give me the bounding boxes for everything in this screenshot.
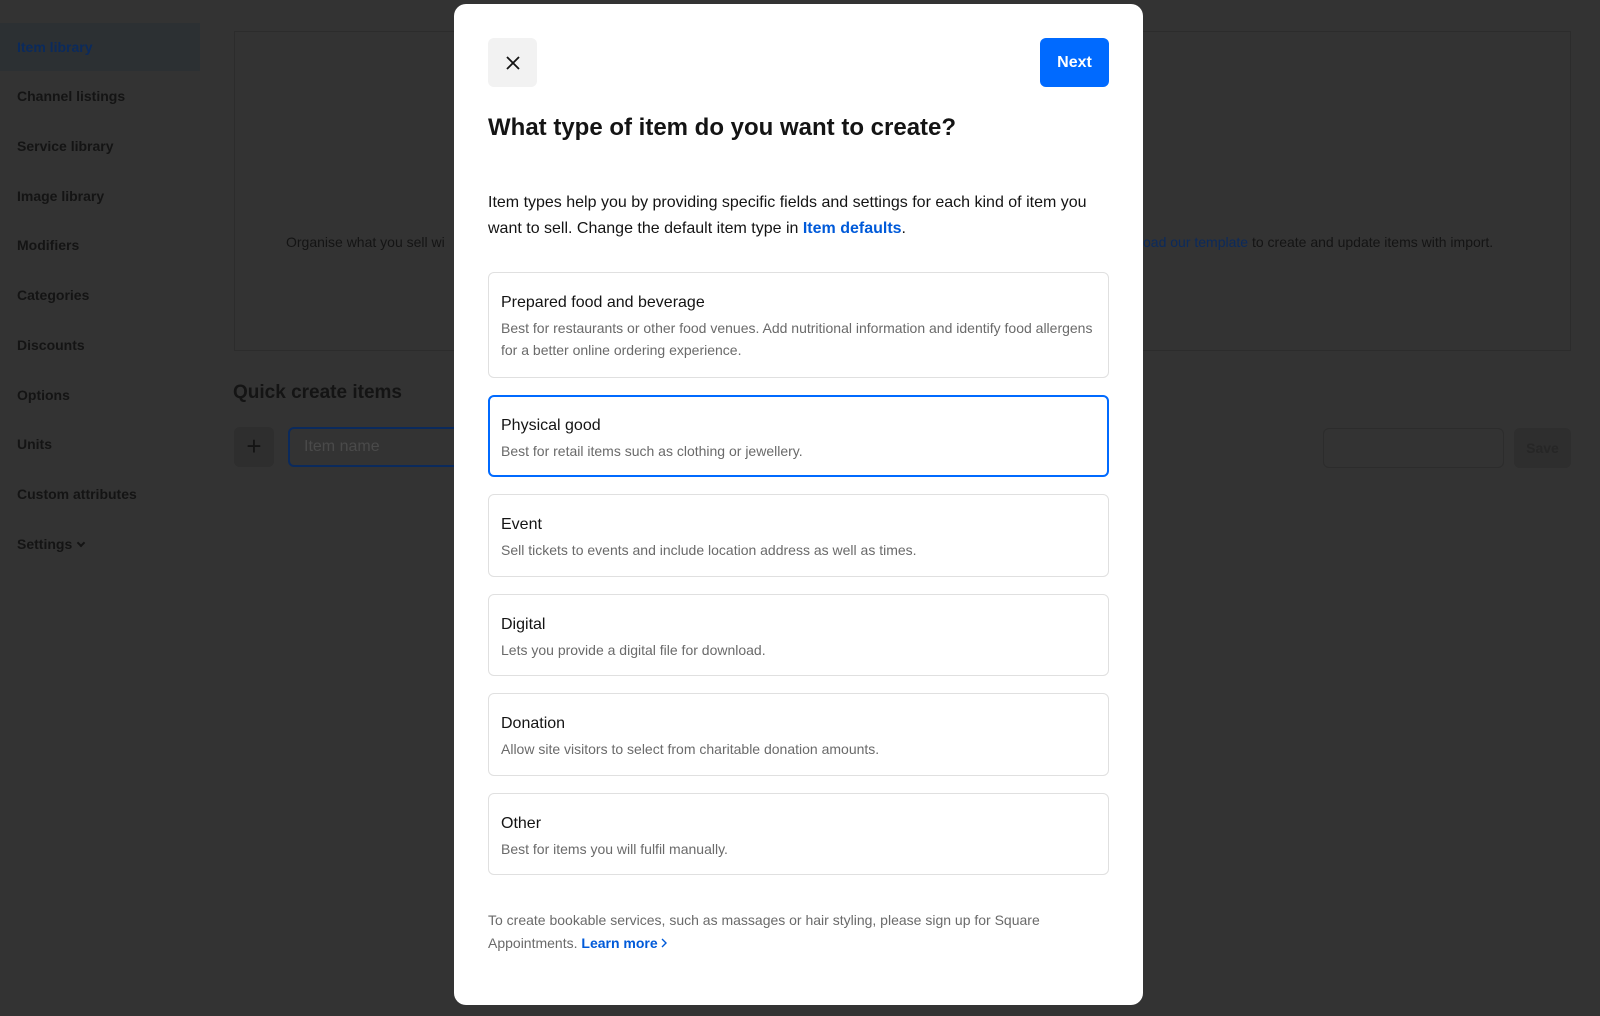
sidebar-item-modifiers[interactable]: Modifiers	[0, 221, 200, 269]
sidebar-item-label: Discounts	[17, 337, 85, 353]
option-prepared-food[interactable]: Prepared food and beverage Best for rest…	[488, 272, 1109, 378]
sidebar-item-label: Modifiers	[17, 237, 80, 253]
option-desc: Lets you provide a digital file for down…	[501, 642, 766, 658]
sidebar-item-channel-listings[interactable]: Channel listings	[0, 72, 200, 120]
next-button[interactable]: Next	[1040, 38, 1109, 87]
sidebar-item-label: Custom attributes	[17, 486, 137, 502]
sidebar-item-image-library[interactable]: Image library	[0, 172, 200, 220]
sidebar-item-service-library[interactable]: Service library	[0, 122, 200, 170]
modal-title: What type of item do you want to create?	[488, 114, 957, 141]
close-icon	[505, 55, 520, 70]
sidebar-item-item-library[interactable]: Item library	[0, 23, 200, 71]
option-title: Physical good	[501, 417, 601, 434]
price-input[interactable]	[1323, 428, 1504, 468]
organise-text-right: oad our template to create and update it…	[1143, 234, 1493, 250]
sidebar-item-label: Categories	[17, 287, 90, 303]
sidebar-item-units[interactable]: Units	[0, 420, 200, 468]
learn-more-label: Learn more	[581, 935, 658, 951]
option-title: Digital	[501, 616, 546, 633]
option-desc: Best for restaurants or other food venue…	[501, 320, 1093, 358]
plus-icon: +	[246, 431, 262, 461]
sidebar-item-options[interactable]: Options	[0, 371, 200, 419]
modal-description: Item types help you by providing specifi…	[488, 190, 1108, 242]
description-text: Item types help you by providing specifi…	[488, 194, 1087, 237]
add-item-button[interactable]: +	[234, 427, 274, 467]
organise-text: Organise what you sell wi	[286, 234, 445, 250]
sidebar-item-discounts[interactable]: Discounts	[0, 321, 200, 369]
footer-text: To create bookable services, such as mas…	[488, 912, 1040, 951]
option-title: Prepared food and beverage	[501, 294, 705, 311]
option-event[interactable]: Event Sell tickets to events and include…	[488, 494, 1109, 577]
option-physical-good[interactable]: Physical good Best for retail items such…	[488, 395, 1109, 477]
sidebar-item-label: Options	[17, 387, 70, 403]
organise-text-end: to create and update items with import.	[1248, 234, 1494, 250]
option-desc: Best for items you will fulfil manually.	[501, 841, 728, 857]
option-title: Other	[501, 815, 542, 832]
option-title: Event	[501, 516, 542, 533]
item-defaults-link[interactable]: Item defaults	[803, 220, 902, 237]
item-type-modal: Next What type of item do you want to cr…	[454, 4, 1143, 1005]
sidebar-item-label: Channel listings	[17, 88, 126, 104]
save-button[interactable]: Save	[1514, 428, 1571, 468]
option-digital[interactable]: Digital Lets you provide a digital file …	[488, 594, 1109, 676]
chevron-down-icon	[76, 538, 86, 548]
option-other[interactable]: Other Best for items you will fulfil man…	[488, 793, 1109, 875]
sidebar-item-categories[interactable]: Categories	[0, 271, 200, 319]
chevron-right-icon	[661, 938, 667, 948]
sidebar-item-custom-attributes[interactable]: Custom attributes	[0, 470, 200, 518]
learn-more-link[interactable]: Learn more	[581, 935, 667, 951]
option-desc: Allow site visitors to select from chari…	[501, 741, 880, 757]
sidebar-item-label: Item library	[17, 39, 93, 55]
option-desc: Sell tickets to events and include locat…	[501, 542, 917, 558]
quick-create-title: Quick create items	[233, 382, 402, 403]
option-donation[interactable]: Donation Allow site visitors to select f…	[488, 693, 1109, 776]
option-title: Donation	[501, 715, 566, 732]
sidebar-item-label: Image library	[17, 188, 105, 204]
download-template-link[interactable]: oad our template	[1143, 234, 1248, 250]
close-button[interactable]	[488, 38, 537, 87]
sidebar-item-label: Settings	[17, 536, 73, 552]
description-end: .	[901, 220, 906, 237]
sidebar-item-label: Units	[17, 436, 52, 452]
sidebar-item-settings[interactable]: Settings	[0, 520, 200, 568]
modal-footer-note: To create bookable services, such as mas…	[488, 909, 1088, 955]
option-desc: Best for retail items such as clothing o…	[501, 443, 803, 459]
sidebar-item-label: Service library	[17, 138, 114, 154]
